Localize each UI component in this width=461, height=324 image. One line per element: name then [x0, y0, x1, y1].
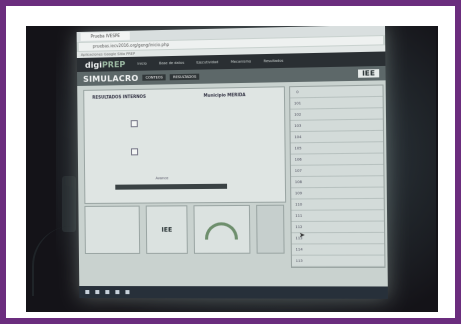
banner-pill-conteos[interactable]: CONTEOS	[142, 74, 166, 81]
table-row[interactable]: 109	[291, 187, 384, 200]
table-row[interactable]: 111	[291, 210, 384, 222]
mouse-pointer-icon: ➤	[298, 231, 306, 240]
list-panel	[84, 205, 141, 254]
progress-bar	[115, 183, 228, 190]
site-logo[interactable]: digiPREP	[85, 60, 126, 70]
banner-title: SIMULACRO	[83, 73, 139, 84]
emblem-panel	[256, 204, 285, 254]
content-area: RESULTADOS INTERNOS Municipio MERIDA Ava…	[77, 80, 388, 276]
windows-taskbar	[79, 286, 388, 299]
logo-main: digi	[84, 59, 102, 70]
lower-panels: IEE	[84, 204, 285, 266]
taskbar-app-icon[interactable]	[105, 290, 110, 295]
nav-inicio[interactable]: Inicio	[137, 62, 146, 66]
fire-extinguisher	[62, 176, 76, 232]
gauge-icon	[205, 222, 239, 240]
section-right-title: Municipio MERIDA	[203, 92, 246, 98]
logo-accent: PREP	[101, 59, 126, 70]
table-row[interactable]: 107	[290, 164, 384, 178]
gauge-panel	[193, 204, 251, 254]
table-row[interactable]: 108	[291, 176, 384, 189]
taskbar-app-icon[interactable]	[125, 290, 130, 295]
results-panel: RESULTADOS INTERNOS Municipio MERIDA Ava…	[83, 86, 287, 204]
nav-resultados[interactable]: Resultados	[264, 59, 284, 63]
photo-frame: Prueba IVESPE pruebas.iecv2016.org/geng/…	[0, 0, 461, 324]
table-row[interactable]: 112	[291, 221, 385, 234]
iee-panel: IEE	[146, 205, 188, 254]
checkbox-2[interactable]	[130, 148, 139, 156]
start-icon[interactable]	[85, 290, 90, 295]
nav-mecanismo[interactable]: Mecanismo	[231, 59, 251, 63]
nav-base-datos[interactable]: Base de datos	[159, 61, 184, 66]
casillas-table: 0 101 102 103 104 105 106 107 108 109 11…	[289, 84, 386, 268]
taskbar-app-icon[interactable]	[95, 290, 100, 295]
checkbox-1[interactable]	[130, 120, 138, 128]
table-row[interactable]: 114	[291, 244, 385, 256]
banner-pill-resultados[interactable]: RESULTADOS	[169, 73, 200, 81]
section-left-title: RESULTADOS INTERNOS	[92, 93, 146, 100]
projector-photo: Prueba IVESPE pruebas.iecv2016.org/geng/…	[26, 26, 438, 312]
table-row[interactable]: 115	[291, 255, 385, 267]
table-row[interactable]: 110	[291, 198, 384, 211]
cable	[32, 226, 74, 296]
progress-label: Avance	[155, 176, 169, 181]
table-row[interactable]: 106	[290, 153, 384, 166]
browser-tab[interactable]: Prueba IVESPE	[80, 31, 131, 41]
taskbar-app-icon[interactable]	[115, 290, 120, 295]
projected-screen: Prueba IVESPE pruebas.iecv2016.org/geng/…	[76, 26, 388, 299]
iee-logo: IEE	[357, 69, 380, 78]
nav-ejecutividad[interactable]: Ejecutividad	[196, 60, 218, 65]
table-row[interactable]: 113	[291, 232, 385, 245]
